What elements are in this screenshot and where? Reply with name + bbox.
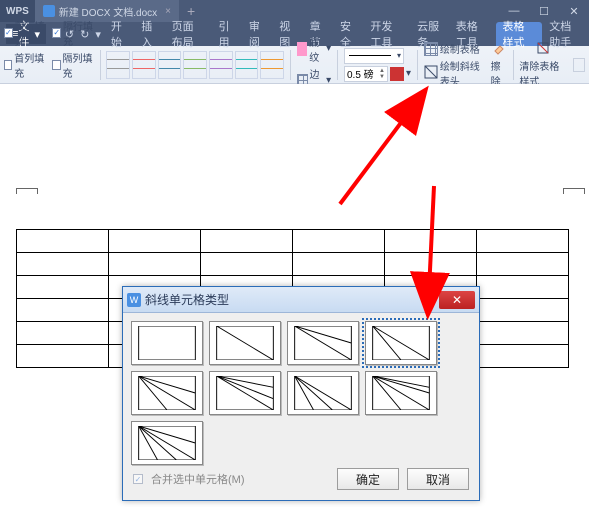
- table-style-6[interactable]: [235, 51, 259, 79]
- document-title: 新建 DOCX 文档.docx: [59, 4, 157, 19]
- doc-icon: [43, 5, 55, 17]
- eraser-icon: [492, 41, 506, 58]
- ruler-mark-left: [16, 188, 38, 194]
- table-style-4[interactable]: [183, 51, 207, 79]
- checkbox-banded-col[interactable]: [52, 60, 60, 70]
- merge-cells-checkbox[interactable]: ✓: [133, 474, 143, 484]
- diag-type-2[interactable]: [287, 321, 359, 365]
- table-style-5[interactable]: [209, 51, 233, 79]
- shading-button[interactable]: 底纹▾: [297, 34, 331, 64]
- diagonal-header-icon: [424, 65, 438, 82]
- diagonal-cell-dialog: W 斜线单元格类型 ✕ ✓ 合并选中单元格(M) 确定 取消: [122, 286, 480, 501]
- checkbox-banded-row[interactable]: ✓: [52, 28, 61, 38]
- diag-type-7[interactable]: [365, 371, 437, 415]
- paint-bucket-icon: [297, 42, 307, 56]
- tab-review[interactable]: 审阅: [242, 22, 272, 46]
- diag-type-4[interactable]: [131, 371, 203, 415]
- ruler-mark-right: [563, 188, 585, 194]
- cancel-button[interactable]: 取消: [407, 468, 469, 490]
- draw-table-icon: [424, 42, 438, 56]
- ok-button[interactable]: 确定: [337, 468, 399, 490]
- diag-type-none[interactable]: [131, 321, 203, 365]
- tab-devtools[interactable]: 开发工具: [363, 22, 410, 46]
- tab-home[interactable]: 开始: [104, 22, 134, 46]
- table-style-2[interactable]: [132, 51, 156, 79]
- dialog-close-button[interactable]: ✕: [439, 291, 475, 309]
- tab-references[interactable]: 引用: [211, 22, 241, 46]
- draw-table-button[interactable]: 绘制表格: [424, 41, 485, 56]
- diag-type-6[interactable]: [287, 371, 359, 415]
- erase-button[interactable]: 擦除: [491, 41, 507, 88]
- dialog-footer: ✓ 合并选中单元格(M) 确定 取消: [133, 468, 469, 490]
- diag-type-1[interactable]: [209, 321, 281, 365]
- diag-type-3[interactable]: [365, 321, 437, 365]
- tab-insert[interactable]: 插入: [134, 22, 164, 46]
- pen-color-icon[interactable]: [390, 67, 404, 81]
- clear-style-icon: [536, 41, 550, 58]
- quickbar-dropdown-icon[interactable]: ▾: [92, 28, 104, 41]
- clear-style-button[interactable]: 清除表格样式: [519, 41, 567, 88]
- checkbox-first-col[interactable]: [4, 60, 12, 70]
- merge-cells-label: 合并选中单元格(M): [151, 471, 245, 487]
- ribbon-tabs: 开始 插入 页面布局 引用 审阅 视图 章节 安全 开发工具 云服务 表格工具 …: [104, 22, 589, 46]
- ribbon: ✓首行填充 ✓隔行填充 首列填充 隔列填充 末行填充 末列填充 底纹▾ 边框▾ …: [0, 46, 589, 84]
- table-style-3[interactable]: [158, 51, 182, 79]
- new-tab-button[interactable]: +: [179, 3, 203, 19]
- table-styles-gallery[interactable]: [106, 51, 284, 79]
- diag-type-5[interactable]: [209, 371, 281, 415]
- close-tab-icon[interactable]: ×: [165, 6, 171, 17]
- dialog-titlebar: W 斜线单元格类型 ✕: [123, 287, 479, 313]
- tab-security[interactable]: 安全: [333, 22, 363, 46]
- checkbox-first-row[interactable]: ✓: [4, 28, 13, 38]
- line-width-spinner[interactable]: ▲▼: [344, 66, 388, 82]
- wps-logo-icon: W: [127, 293, 141, 307]
- dialog-title: 斜线单元格类型: [145, 291, 229, 308]
- diag-type-8[interactable]: [131, 421, 203, 465]
- dialog-body: [123, 313, 479, 479]
- ribbon-collapse-button[interactable]: [573, 58, 585, 72]
- table-style-1[interactable]: [106, 51, 130, 79]
- tab-layout[interactable]: 页面布局: [165, 22, 212, 46]
- table-style-7[interactable]: [260, 51, 284, 79]
- line-style-select[interactable]: ▾: [344, 48, 404, 64]
